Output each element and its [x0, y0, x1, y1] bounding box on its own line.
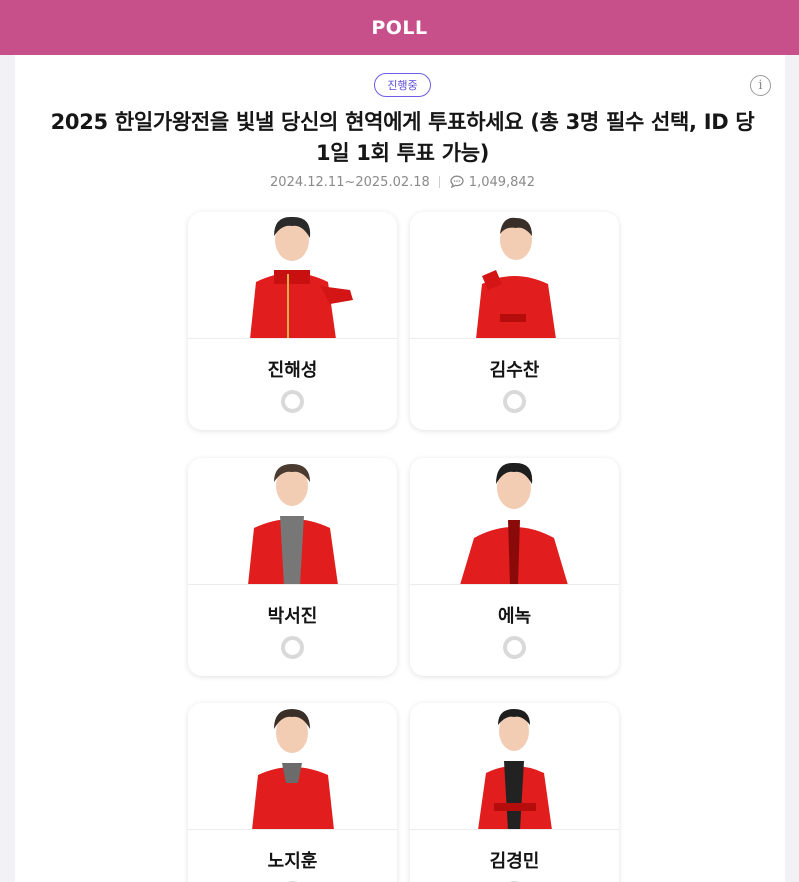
candidate-photo	[188, 458, 397, 585]
candidate-card[interactable]: 김수찬	[410, 212, 619, 430]
radio-unselected-icon[interactable]	[503, 636, 526, 659]
candidate-photo	[410, 458, 619, 585]
candidate-name: 김경민	[489, 851, 540, 872]
candidate-name: 노지훈	[267, 851, 318, 872]
candidate-card[interactable]: 박서진	[188, 458, 397, 676]
radio-unselected-icon[interactable]	[281, 390, 304, 413]
poll-period: 2024.12.11~2025.02.18	[270, 174, 430, 190]
candidate-card[interactable]: 노지훈	[188, 703, 397, 882]
header-title: POLL	[371, 16, 428, 39]
candidate-name: 진해성	[267, 360, 318, 381]
radio-unselected-icon[interactable]	[281, 636, 304, 659]
candidate-name: 김수찬	[489, 360, 540, 381]
candidate-photo	[188, 212, 397, 339]
status-badge: 진행중	[374, 73, 431, 97]
info-icon[interactable]: i	[750, 75, 771, 96]
candidate-card[interactable]: 에녹	[410, 458, 619, 676]
candidate-photo	[188, 703, 397, 830]
meta-divider	[438, 176, 440, 188]
candidate-photo	[410, 703, 619, 830]
candidate-name: 에녹	[497, 606, 532, 627]
candidate-name: 박서진	[267, 606, 318, 627]
radio-unselected-icon[interactable]	[503, 390, 526, 413]
poll-panel: 진행중 i 2025 한일가왕전을 빛낼 당신의 현역에게 투표하세요 (총 3…	[15, 55, 785, 882]
candidate-card[interactable]: 진해성	[188, 212, 397, 430]
poll-title: 2025 한일가왕전을 빛낼 당신의 현역에게 투표하세요 (총 3명 필수 선…	[50, 110, 755, 165]
candidate-card[interactable]: 김경민	[410, 703, 619, 882]
poll-meta: 2024.12.11~2025.02.18 1,049,842	[15, 172, 790, 192]
candidate-photo	[410, 212, 619, 339]
top-header-bar: POLL	[0, 0, 799, 55]
speech-bubble-icon	[450, 175, 464, 189]
comment-count: 1,049,842	[468, 174, 535, 190]
